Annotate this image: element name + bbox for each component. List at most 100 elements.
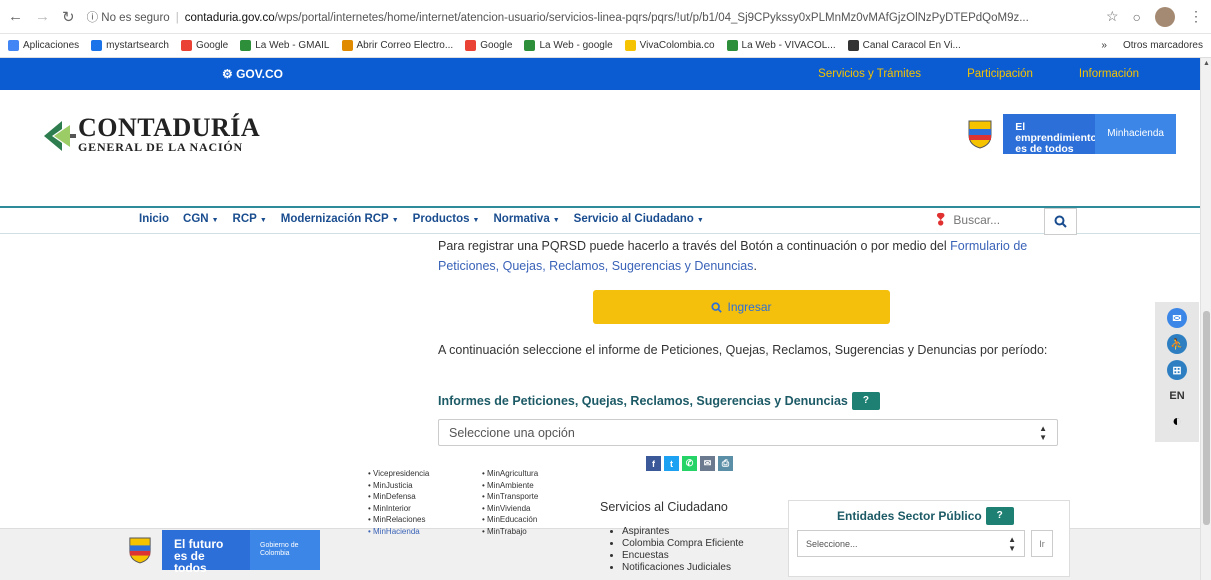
- ministries-col2: MinAgriculturaMinAmbienteMinTransporteMi…: [482, 468, 538, 537]
- twitter-icon[interactable]: t: [664, 456, 679, 471]
- bookmark-label: Google: [195, 40, 229, 51]
- govco-logo[interactable]: ⚙ GOV.CO: [222, 67, 283, 81]
- gov-bar: ⚙ GOV.CO Servicios y Trámites Participaci…: [0, 58, 1211, 90]
- servicios-ciudadano: Servicios al Ciudadano AspirantesColombi…: [600, 500, 744, 574]
- informe-select[interactable]: Seleccione una opción ▲ ▼: [438, 419, 1058, 446]
- globe-icon: [524, 40, 536, 51]
- viva-icon: [624, 40, 636, 51]
- scroll-up-icon[interactable]: ▲: [1203, 60, 1210, 67]
- search-button[interactable]: [1044, 208, 1077, 235]
- entidades-select[interactable]: Seleccione... ▲ ▼: [797, 530, 1025, 557]
- intro-end: .: [753, 259, 757, 273]
- menu-item-label: Inicio: [139, 213, 170, 225]
- back-arrow-icon[interactable]: ←: [8, 8, 23, 26]
- menu-item[interactable]: CGN ▼: [183, 213, 219, 225]
- bookmark-item[interactable]: Google: [180, 40, 229, 51]
- search-icon: [711, 301, 723, 313]
- ministry-link[interactable]: MinJusticia: [368, 480, 429, 492]
- ministry-link[interactable]: MinHacienda: [368, 526, 429, 538]
- help-badge[interactable]: ?: [851, 392, 880, 410]
- bookmark-item[interactable]: Google: [465, 40, 512, 51]
- facebook-icon[interactable]: f: [646, 456, 661, 471]
- ministry-link[interactable]: MinDefensa: [368, 491, 429, 503]
- profile-avatar[interactable]: [1155, 6, 1175, 27]
- cgn-logo[interactable]: CONTADURÍA GENERAL DE LA NACIÓN: [40, 115, 260, 155]
- bookmark-item[interactable]: Canal Caracol En Vi...: [847, 40, 961, 51]
- menu-item-label: RCP: [232, 213, 257, 225]
- gov-link[interactable]: Información: [1079, 68, 1139, 80]
- email-icon[interactable]: ✉: [700, 456, 715, 471]
- gov-links: Servicios y Trámites Participación Informa…: [818, 68, 1139, 80]
- forward-arrow-icon[interactable]: →: [35, 8, 50, 26]
- more-bookmarks-icon[interactable]: »: [1101, 40, 1107, 51]
- gov-link[interactable]: Participación: [967, 68, 1033, 80]
- ministry-link[interactable]: MinAmbiente: [482, 480, 538, 492]
- bookmark-item[interactable]: VivaColombia.co: [624, 40, 715, 51]
- ministry-link[interactable]: MinTrabajo: [482, 526, 538, 538]
- caracol-icon: [847, 40, 859, 51]
- browser-nav: ← → ↻: [8, 8, 75, 26]
- menu-item[interactable]: Inicio: [139, 213, 169, 225]
- ministry-link[interactable]: MinEducación: [482, 514, 538, 526]
- menu-item[interactable]: RCP ▼: [233, 213, 267, 225]
- other-bookmarks[interactable]: Otros marcadores: [1123, 40, 1203, 51]
- menu-item[interactable]: Servicio al Ciudadano ▼: [574, 213, 704, 225]
- ministry-link[interactable]: MinTransporte: [482, 491, 538, 503]
- bookmark-item[interactable]: Abrir Correo Electro...: [341, 40, 453, 51]
- scrollbar-thumb[interactable]: [1203, 311, 1210, 525]
- bookmark-item[interactable]: mystartsearch: [91, 40, 169, 51]
- menu-item[interactable]: Normativa ▼: [493, 213, 559, 225]
- bookmark-item[interactable]: La Web - GMAIL: [240, 40, 330, 51]
- help-badge[interactable]: ?: [985, 507, 1014, 525]
- pqrsd-content: Para registrar una PQRSD puede hacerlo a…: [438, 236, 1068, 471]
- info-icon[interactable]: ⓘ: [87, 12, 99, 24]
- ministry-link[interactable]: MinInterior: [368, 503, 429, 515]
- language-en-icon[interactable]: EN: [1167, 386, 1187, 406]
- google-g-icon: [465, 40, 477, 51]
- servicio-link[interactable]: Aspirantes: [622, 526, 744, 538]
- browser-actions: ☆ ○ ⋮: [1106, 6, 1203, 27]
- servicio-link[interactable]: Notificaciones Judiciales: [622, 562, 744, 574]
- whatsapp-icon[interactable]: ✆: [682, 456, 697, 471]
- ministry-link[interactable]: Vicepresidencia: [368, 468, 429, 480]
- emprendimiento-banner[interactable]: El emprendimiento es de todos Minhaciend…: [967, 114, 1176, 155]
- ir-button[interactable]: Ir: [1031, 530, 1053, 557]
- mail-contact-icon[interactable]: ✉: [1167, 308, 1187, 328]
- search-input[interactable]: [953, 210, 1054, 230]
- apps-grid-icon: [8, 40, 19, 51]
- servicios-title: Servicios al Ciudadano: [600, 500, 728, 514]
- gov-link[interactable]: Servicios y Trámites: [818, 68, 921, 80]
- address-bar[interactable]: ⓘ No es seguro | contaduria.gov.co/wps/por…: [87, 9, 1106, 25]
- scrollbar[interactable]: ▲: [1200, 58, 1211, 580]
- accessibility-people-icon[interactable]: ⛹: [1167, 334, 1187, 354]
- bookmark-label: La Web - GMAIL: [255, 40, 330, 51]
- menu-item[interactable]: Modernización RCP ▼: [281, 213, 399, 225]
- cgn-logo-icon: [44, 120, 76, 151]
- informes-title: Informes de Peticiones, Quejas, Reclamos…: [438, 392, 1068, 410]
- ministry-link[interactable]: MinRelaciones: [368, 514, 429, 526]
- ministry-link[interactable]: MinAgricultura: [482, 468, 538, 480]
- bookmark-item[interactable]: La Web - VIVACOL...: [726, 40, 836, 51]
- govco-label: GOV.CO: [236, 67, 283, 81]
- ingresar-button[interactable]: Ingresar: [593, 290, 890, 324]
- entidades-box: Entidades Sector Público ? Seleccione...…: [788, 500, 1070, 577]
- menu-item[interactable]: Productos ▼: [413, 213, 480, 225]
- reload-icon[interactable]: ↻: [62, 8, 75, 26]
- search-icon: [1054, 215, 1067, 228]
- bookmark-item[interactable]: Aplicaciones: [8, 40, 79, 51]
- entidades-title: Entidades Sector Público ?: [837, 507, 1014, 525]
- menu-item-label: CGN: [183, 213, 209, 225]
- ministry-link[interactable]: MinVivienda: [482, 503, 538, 515]
- bookmark-item[interactable]: La Web - google: [524, 40, 613, 51]
- circle-extension-icon[interactable]: ○: [1133, 9, 1141, 25]
- sitemap-icon[interactable]: ⊞: [1167, 360, 1187, 380]
- kebab-menu-icon[interactable]: ⋮: [1189, 8, 1203, 25]
- contrast-icon[interactable]: ◐: [1167, 412, 1187, 432]
- star-icon[interactable]: ☆: [1106, 8, 1119, 25]
- brand-line2: GENERAL DE LA NACIÓN: [78, 140, 244, 154]
- colombia-shield-icon: [968, 120, 992, 149]
- servicio-link[interactable]: Colombia Compra Eficiente: [622, 538, 744, 550]
- print-icon[interactable]: ⎙: [718, 456, 733, 471]
- servicio-link[interactable]: Encuestas: [622, 550, 744, 562]
- caret-down-icon: ▼: [211, 217, 219, 224]
